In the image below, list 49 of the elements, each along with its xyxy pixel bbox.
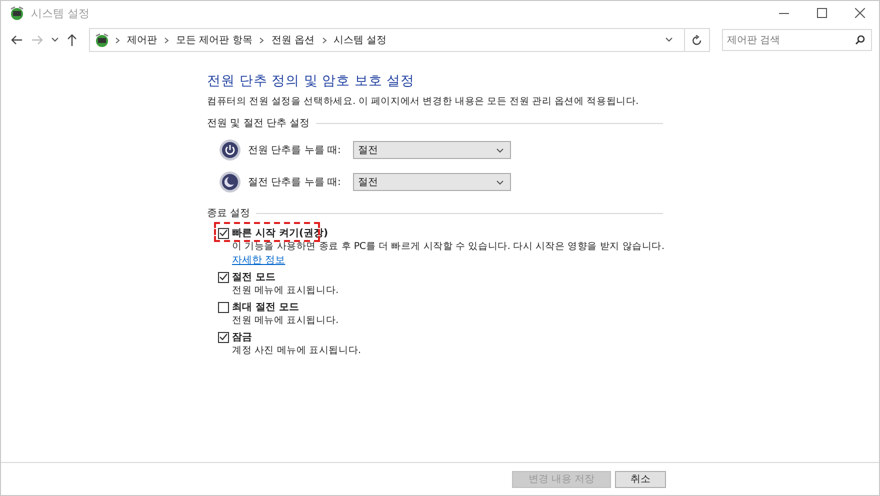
back-arrow-icon[interactable]	[11, 35, 23, 45]
control-panel-icon	[9, 5, 25, 21]
dropdown-caret-icon	[496, 180, 504, 184]
checkbox[interactable]	[218, 302, 229, 312]
moon-button-icon	[219, 171, 241, 193]
close-icon	[855, 8, 865, 18]
power-button-icon	[219, 139, 241, 161]
section-title: 종료 설정	[207, 207, 250, 220]
search-field[interactable]: 제어판 검색	[722, 29, 872, 51]
checkbox[interactable]	[218, 272, 229, 282]
breadcrumb-item[interactable]: 제어판	[127, 33, 157, 47]
chevron-right-icon	[259, 36, 264, 44]
checkbox[interactable]	[218, 332, 229, 342]
chevron-right-icon	[115, 36, 120, 44]
option-label[interactable]: 잠금	[232, 330, 252, 344]
option-label[interactable]: 절전 모드	[232, 270, 276, 284]
maximize-icon	[817, 8, 827, 18]
breadcrumb-item[interactable]: 모든 제어판 항목	[176, 33, 252, 47]
checkmark-icon	[219, 333, 228, 341]
dropdown-caret-icon[interactable]	[51, 37, 59, 43]
dropdown-caret-icon	[496, 148, 504, 152]
dropdown[interactable]: 절전	[353, 141, 511, 159]
option-label[interactable]: 최대 절전 모드	[232, 300, 299, 314]
section-title: 전원 및 절전 단추 설정	[207, 117, 310, 130]
breadcrumb-item[interactable]: 전원 옵션	[271, 33, 315, 47]
checkmark-icon	[219, 229, 228, 237]
search-icon	[855, 35, 865, 45]
dropdown-caret-icon[interactable]	[665, 37, 673, 43]
breadcrumb-item[interactable]: 시스템 설정	[334, 33, 387, 47]
window-title: 시스템 설정	[31, 6, 90, 20]
option-description: 이 기능을 사용하면 종료 후 PC를 더 빠르게 시작할 수 있습니다. 다시 시작은 영향을 받지 않습니다.	[232, 240, 663, 253]
control-panel-icon	[94, 32, 110, 48]
option-description: 전원 메뉴에 표시됩니다.	[232, 314, 340, 327]
option-description: 계정 사진 메뉴에 표시됩니다.	[232, 344, 362, 357]
option-description: 전원 메뉴에 표시됩니다.	[232, 284, 340, 297]
page-heading: 전원 단추 정의 및 암호 보호 설정	[207, 72, 416, 90]
refresh-icon	[692, 34, 702, 46]
checkmark-icon	[219, 273, 228, 281]
checkbox[interactable]	[218, 228, 229, 238]
setting-label: 절전 단추를 누를 때:	[248, 176, 342, 189]
chevron-right-icon	[322, 36, 327, 44]
chevron-right-icon	[164, 36, 169, 44]
more-info-link[interactable]: 자세한 정보	[232, 253, 286, 267]
page-description: 컴퓨터의 전원 설정을 선택하세요. 이 페이지에서 변경한 내용은 모든 전원 관리 옵션에 적용됩니다.	[207, 95, 640, 108]
setting-label: 전원 단추를 누를 때:	[248, 144, 342, 157]
address-bar[interactable]: 제어판 모든 제어판 항목 전원 옵션 시스템 설정	[89, 28, 710, 52]
up-arrow-icon[interactable]	[67, 34, 77, 46]
dialog-button[interactable]: 취소	[615, 470, 666, 488]
dropdown[interactable]: 절전	[353, 173, 511, 191]
